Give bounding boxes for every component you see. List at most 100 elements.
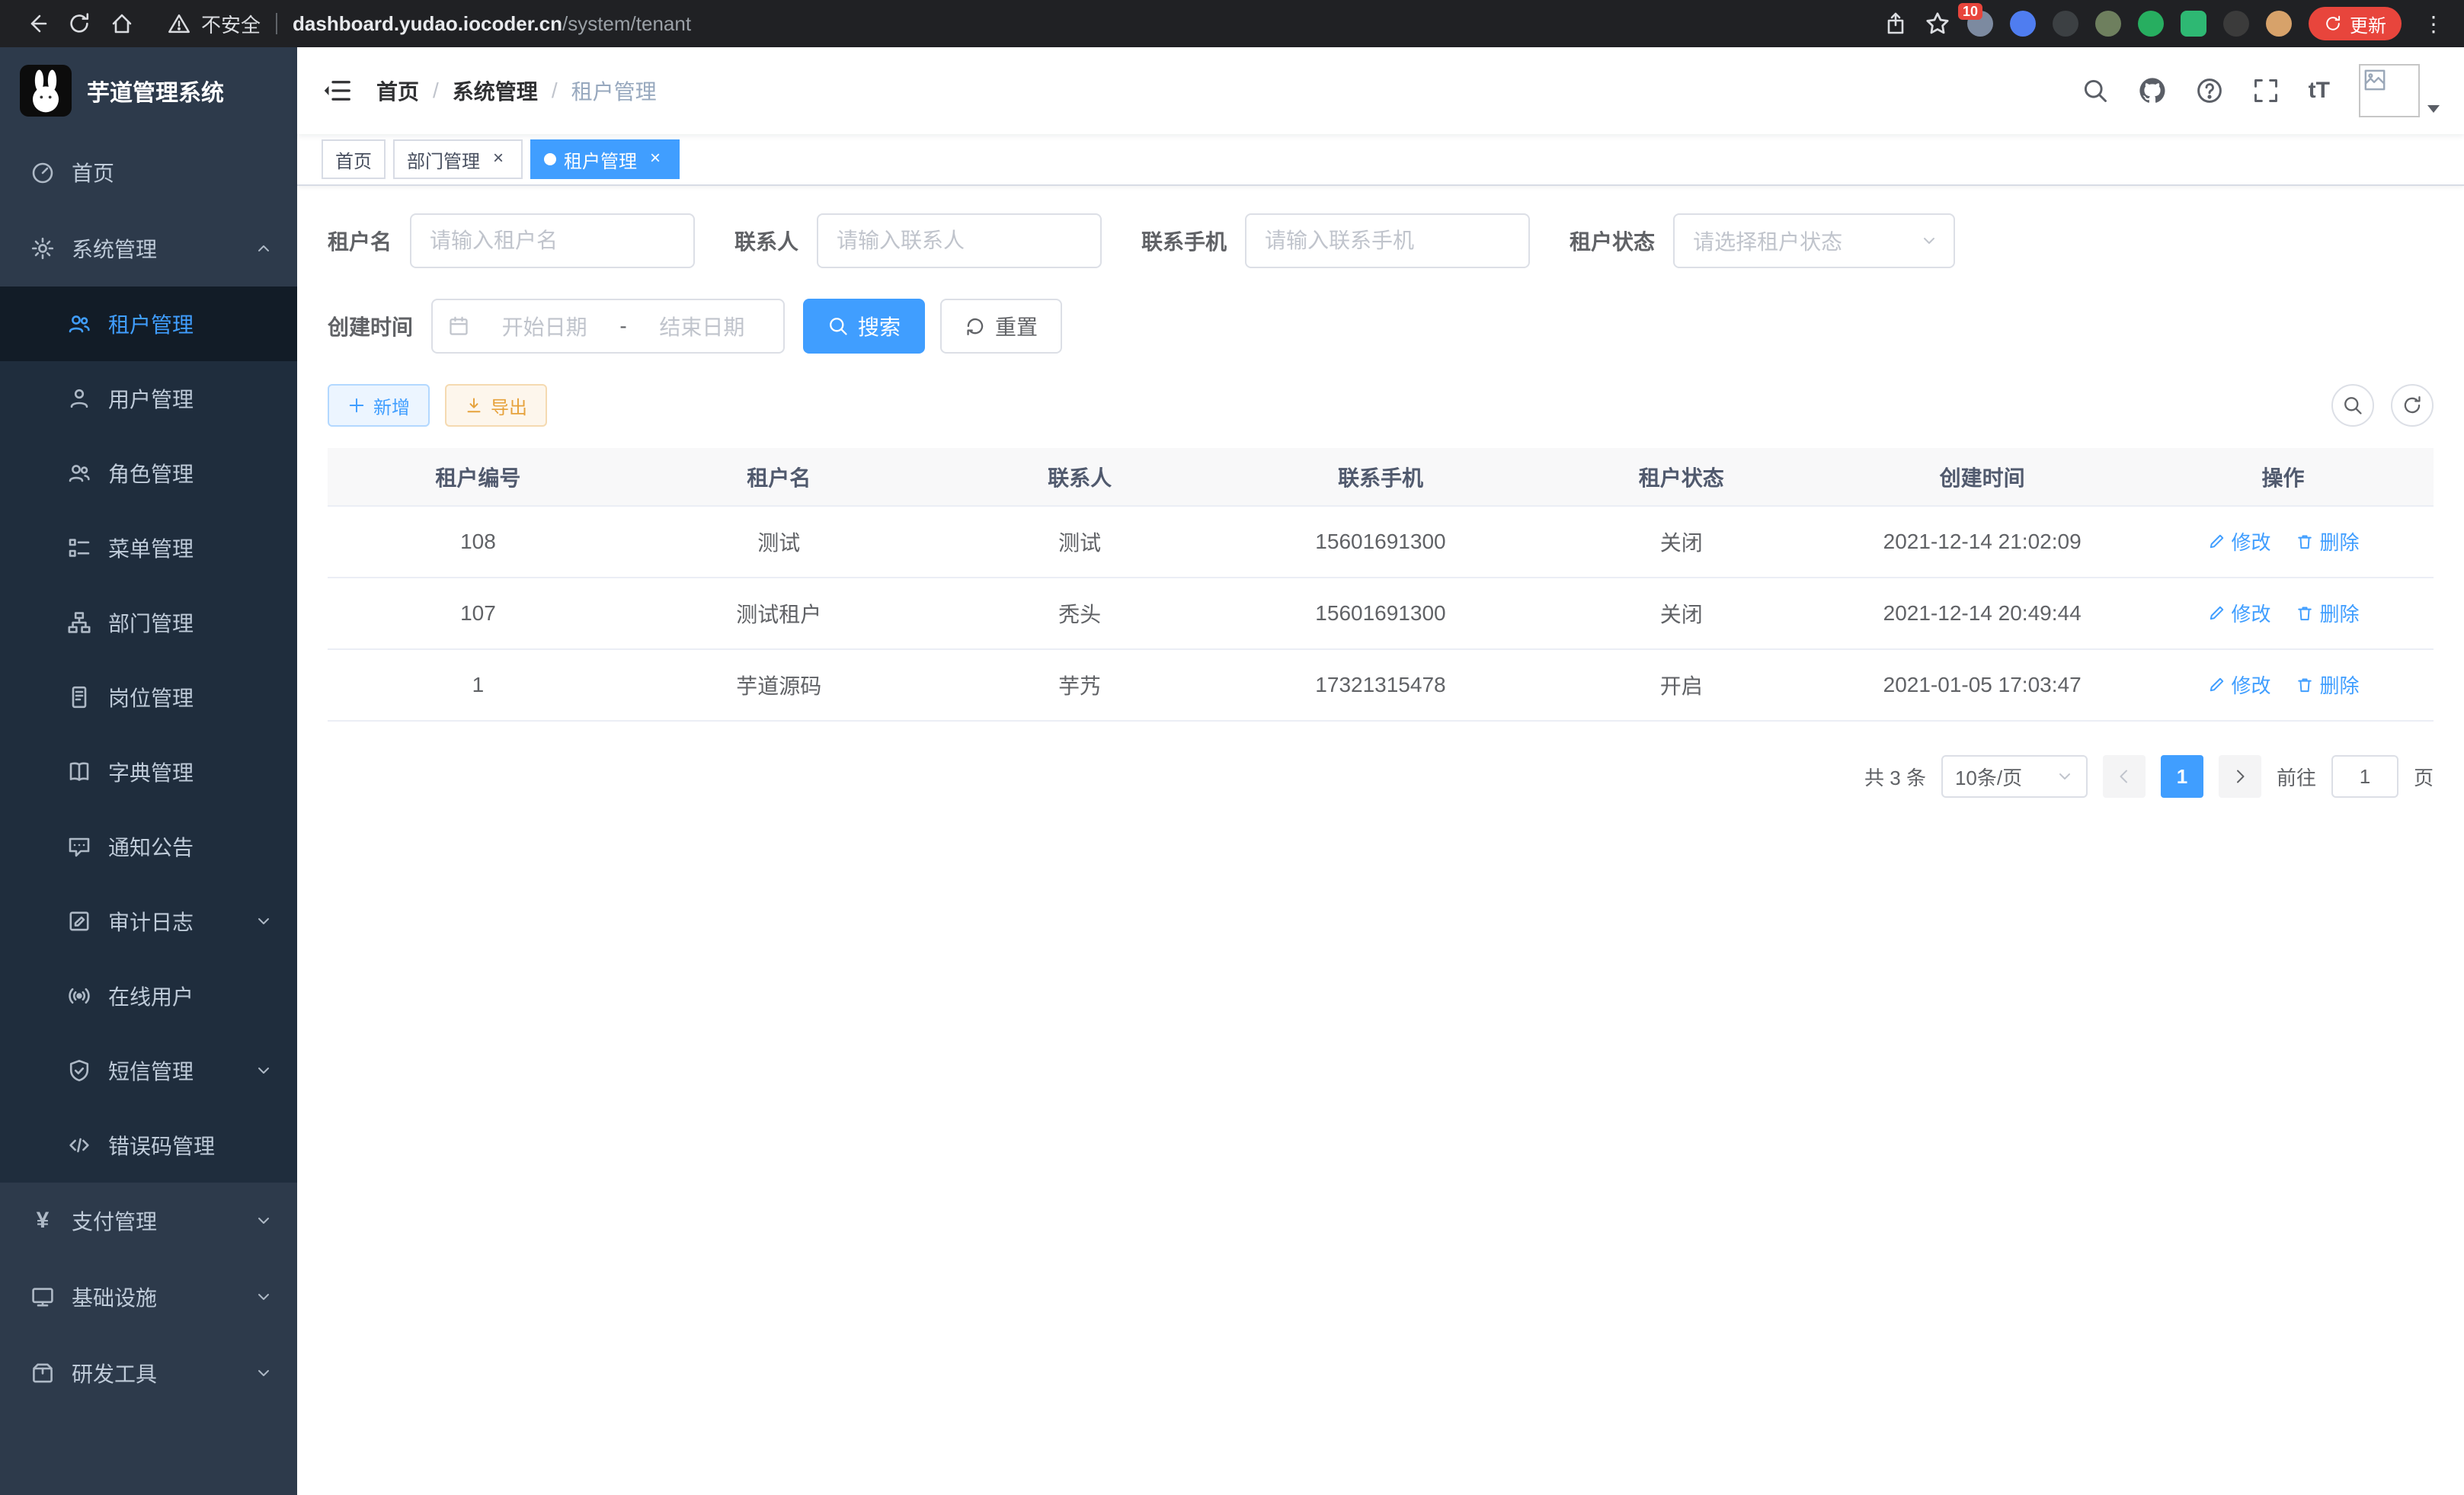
browser-update-button[interactable]: 更新 — [2309, 7, 2402, 40]
reset-button-label: 重置 — [995, 311, 1038, 341]
close-icon[interactable]: × — [488, 149, 509, 170]
extension-icon[interactable]: 10 — [1967, 11, 1993, 37]
address-bar[interactable]: 不安全 dashboard.yudao.iocoder.cn/system/te… — [168, 10, 1883, 38]
yen-icon: ¥ — [30, 1208, 55, 1234]
tab-home[interactable]: 首页 — [322, 139, 386, 179]
delete-button[interactable]: 删除 — [2296, 671, 2360, 699]
sidebar-item-label: 用户管理 — [108, 383, 273, 414]
edit-button[interactable]: 修改 — [2207, 599, 2271, 627]
filter-label: 联系人 — [734, 226, 798, 256]
sidebar-collapse-button[interactable] — [322, 75, 352, 106]
breadcrumb-item[interactable]: 系统管理 — [453, 75, 538, 106]
url-path: /system/tenant — [562, 12, 691, 35]
add-button[interactable]: 新增 — [328, 384, 430, 427]
chat-bubble-icon — [67, 834, 91, 859]
contact-input[interactable] — [817, 213, 1102, 268]
extension-icon[interactable] — [2138, 11, 2164, 37]
sidebar-menu: 首页 系统管理 租户管理 用户管理 — [0, 134, 297, 1411]
chevron-down-icon — [254, 1212, 273, 1230]
sidebar-item-tenant[interactable]: 租户管理 — [0, 287, 297, 361]
filter-contact: 联系人 — [734, 213, 1102, 268]
chevron-down-icon — [254, 1364, 273, 1382]
extension-icon[interactable] — [2095, 11, 2121, 37]
date-range-picker[interactable]: 开始日期 - 结束日期 — [431, 299, 785, 354]
search-button[interactable]: 搜索 — [803, 299, 925, 354]
status-select[interactable]: 请选择租户状态 — [1673, 213, 1955, 268]
extension-icon[interactable] — [2223, 11, 2249, 37]
extension-icon[interactable] — [2266, 11, 2292, 37]
user-menu[interactable] — [2359, 64, 2440, 117]
chevron-down-icon — [2056, 767, 2074, 786]
edit-button[interactable]: 修改 — [2207, 671, 2271, 699]
column-header: 联系手机 — [1230, 448, 1531, 506]
sidebar-item-devtools[interactable]: 研发工具 — [0, 1335, 297, 1411]
browser-home-button[interactable] — [101, 4, 143, 43]
bookmark-star-icon[interactable] — [1925, 11, 1950, 37]
sidebar-item-menu[interactable]: 菜单管理 — [0, 511, 297, 585]
github-link[interactable] — [2138, 76, 2167, 105]
share-icon[interactable] — [1883, 11, 1908, 36]
sidebar-item-notice[interactable]: 通知公告 — [0, 809, 297, 884]
goto-page-input[interactable] — [2331, 755, 2398, 798]
sidebar-item-online-user[interactable]: 在线用户 — [0, 959, 297, 1033]
breadcrumb-item[interactable]: 首页 — [376, 75, 419, 106]
tenant-name-input[interactable] — [410, 213, 695, 268]
sidebar-item-audit-log[interactable]: 审计日志 — [0, 884, 297, 959]
breadcrumb-item-current: 租户管理 — [571, 75, 657, 106]
sidebar-item-home[interactable]: 首页 — [0, 134, 297, 210]
page-number-button[interactable]: 1 — [2161, 755, 2203, 798]
active-dot — [544, 153, 556, 165]
sidebar-item-payment[interactable]: ¥ 支付管理 — [0, 1183, 297, 1259]
date-separator: - — [619, 314, 626, 338]
sidebar-logo[interactable]: 芋道管理系统 — [0, 47, 297, 134]
help-button[interactable] — [2196, 77, 2223, 104]
tab-tenant[interactable]: 租户管理 × — [530, 139, 680, 179]
edit-button[interactable]: 修改 — [2207, 527, 2271, 555]
tab-dept[interactable]: 部门管理 × — [393, 139, 523, 179]
filter-label: 创建时间 — [328, 311, 413, 341]
delete-button[interactable]: 删除 — [2296, 527, 2360, 555]
filter-status: 租户状态 请选择租户状态 — [1570, 213, 1955, 268]
browser-reload-button[interactable] — [58, 4, 101, 43]
cell-tenant-name: 芋道源码 — [629, 649, 930, 721]
reset-button[interactable]: 重置 — [940, 299, 1062, 354]
next-page-button[interactable] — [2219, 755, 2261, 798]
sidebar-item-label: 短信管理 — [108, 1055, 238, 1086]
sidebar-item-infra[interactable]: 基础设施 — [0, 1259, 297, 1335]
fullscreen-button[interactable] — [2252, 77, 2280, 104]
export-button[interactable]: 导出 — [445, 384, 547, 427]
browser-back-button[interactable] — [15, 4, 58, 43]
delete-button[interactable]: 删除 — [2296, 599, 2360, 627]
sidebar-item-dept[interactable]: 部门管理 — [0, 585, 297, 660]
tags-view: 首页 部门管理 × 租户管理 × — [297, 134, 2464, 186]
sidebar-item-post[interactable]: 岗位管理 — [0, 660, 297, 735]
sidebar-item-user[interactable]: 用户管理 — [0, 361, 297, 436]
main-area: 首页 / 系统管理 / 租户管理 — [297, 47, 2464, 1495]
table-row: 107 测试租户 秃头 15601691300 关闭 2021-12-14 20… — [328, 578, 2434, 649]
header-search-button[interactable] — [2082, 77, 2109, 104]
extension-icon[interactable] — [2181, 11, 2206, 37]
font-size-button[interactable]: tT — [2309, 78, 2330, 104]
sidebar-item-error-code[interactable]: 错误码管理 — [0, 1108, 297, 1183]
pagination: 共 3 条 10条/页 1 前往 页 — [328, 755, 2434, 798]
sidebar-item-label: 基础设施 — [72, 1282, 238, 1312]
book-icon — [67, 760, 91, 784]
show-search-button[interactable] — [2331, 384, 2374, 427]
browser-menu-icon[interactable]: ⋮ — [2418, 11, 2449, 37]
extension-icon[interactable] — [2053, 11, 2078, 37]
sidebar-item-role[interactable]: 角色管理 — [0, 436, 297, 511]
sidebar-item-sms[interactable]: 短信管理 — [0, 1033, 297, 1108]
sidebar-item-system[interactable]: 系统管理 — [0, 210, 297, 287]
prev-page-button[interactable] — [2103, 755, 2146, 798]
refresh-icon — [965, 315, 986, 337]
gear-icon — [30, 236, 55, 261]
refresh-table-button[interactable] — [2391, 384, 2434, 427]
page-size-select[interactable]: 10条/页 — [1941, 755, 2088, 798]
close-icon[interactable]: × — [645, 149, 666, 170]
extension-icon[interactable] — [2010, 11, 2036, 37]
log-icon — [67, 909, 91, 933]
monitor-icon — [30, 1285, 55, 1309]
phone-input[interactable] — [1245, 213, 1530, 268]
sidebar-item-dict[interactable]: 字典管理 — [0, 735, 297, 809]
trash-icon — [2296, 676, 2314, 694]
